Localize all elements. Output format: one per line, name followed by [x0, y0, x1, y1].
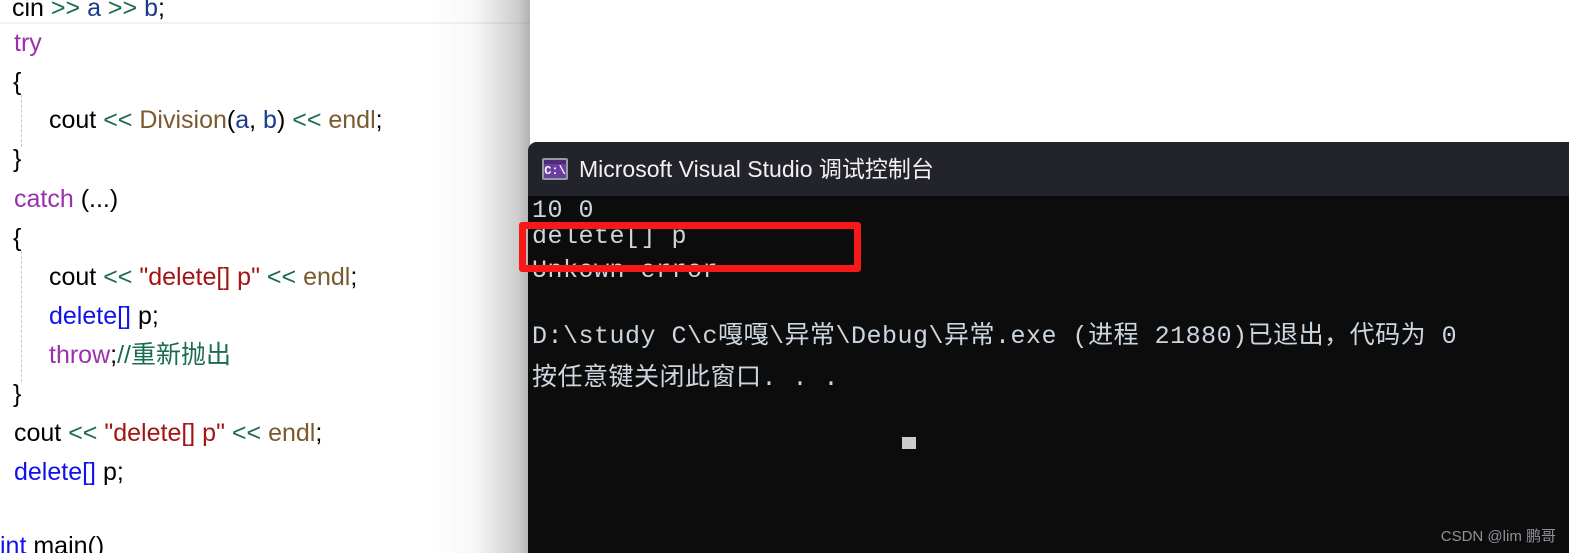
code-token: <<	[103, 263, 140, 291]
command-prompt-icon: C:\	[542, 158, 568, 180]
code-token: ;	[350, 263, 358, 291]
code-line[interactable]: delete[] p;	[49, 304, 159, 329]
code-token: "delete[] p"	[104, 419, 232, 447]
console-output-line: 按任意键关闭此窗口. . .	[532, 364, 840, 393]
code-line[interactable]: }	[13, 382, 21, 407]
code-token: ;	[375, 106, 383, 134]
console-text-cursor	[902, 437, 916, 449]
code-token: b	[263, 106, 277, 134]
code-token: cin	[12, 0, 51, 22]
csdn-watermark: CSDN @lim 鹏哥	[1440, 528, 1556, 545]
code-token: endl	[303, 263, 351, 291]
code-line[interactable]: {	[13, 70, 21, 95]
console-title-bar[interactable]: C:\ Microsoft Visual Studio 调试控制台	[528, 142, 1569, 196]
code-line[interactable]: cout << "delete[] p" << endl;	[14, 421, 322, 446]
code-token: catch	[14, 185, 81, 213]
code-line[interactable]: int main()	[0, 534, 104, 553]
code-token: main()	[33, 532, 105, 553]
code-line[interactable]: cin >> a >> b;	[12, 0, 165, 21]
code-line[interactable]: cout << Division(a, b) << endl;	[49, 108, 383, 133]
code-line[interactable]: }	[13, 147, 21, 172]
code-token: }	[13, 380, 22, 408]
code-token: delete[]	[14, 458, 97, 486]
screenshot-root: cin >> a >> b; try{cout << Division(a, b)…	[0, 0, 1569, 553]
code-token: ;	[157, 0, 165, 22]
code-token: cout	[49, 106, 104, 134]
console-output-area[interactable]: 10 0 delete[] p Unkown error D:\study C\c嘎嘎…	[528, 196, 1569, 553]
code-token: >>	[50, 0, 88, 22]
code-token: int	[0, 532, 34, 553]
code-token: cout	[14, 419, 69, 447]
code-token: <<	[292, 106, 329, 134]
console-output-line: delete[] p	[532, 222, 688, 251]
console-window-title: Microsoft Visual Studio 调试控制台	[579, 156, 934, 182]
code-token: p;	[96, 458, 124, 486]
code-token: //重新抛出	[117, 341, 231, 369]
code-token: delete[]	[49, 302, 132, 330]
code-token: ,	[249, 106, 264, 134]
code-token: cout	[49, 263, 104, 291]
code-token: "delete[] p"	[139, 263, 267, 291]
code-line[interactable]: cout << "delete[] p" << endl;	[49, 265, 357, 290]
debug-console-window[interactable]: C:\ Microsoft Visual Studio 调试控制台 10 0 de…	[528, 142, 1569, 553]
code-line[interactable]: {	[13, 226, 21, 251]
code-token: <<	[103, 106, 140, 134]
code-token: endl	[268, 419, 316, 447]
code-editor-pane[interactable]: cin >> a >> b; try{cout << Division(a, b)…	[0, 0, 530, 553]
code-token: <<	[68, 419, 105, 447]
code-line[interactable]: delete[] p;	[14, 460, 124, 485]
code-token: }	[13, 145, 22, 173]
code-token: b	[144, 0, 158, 22]
console-output-line: D:\study C\c嘎嘎\异常\Debug\异常.exe (进程 21880…	[532, 322, 1458, 351]
editor-line-separator	[0, 22, 530, 24]
command-prompt-icon-label: C:\	[544, 164, 566, 178]
code-token: ;	[315, 419, 323, 447]
console-output-line: Unkown error	[532, 256, 719, 285]
code-token: Division	[139, 106, 227, 134]
code-token: a	[87, 0, 108, 22]
code-token: try	[14, 29, 42, 57]
code-token: {	[13, 68, 22, 96]
code-line[interactable]: throw;//重新抛出	[49, 343, 231, 368]
code-token: a	[235, 106, 250, 134]
code-token: {	[13, 224, 22, 252]
indent-guide	[21, 251, 22, 382]
code-line[interactable]: try	[14, 31, 42, 56]
code-token: )	[276, 106, 293, 134]
code-token: <<	[231, 419, 269, 447]
code-token: (...)	[80, 185, 119, 213]
code-line[interactable]: catch (...)	[14, 187, 118, 212]
code-token: <<	[266, 263, 304, 291]
code-token: (	[226, 106, 236, 134]
console-output-line: 10 0	[532, 196, 595, 225]
code-token: >>	[107, 0, 145, 22]
indent-guide	[21, 95, 22, 147]
code-token: p;	[131, 302, 159, 330]
code-token: throw	[49, 341, 111, 369]
code-token: endl	[328, 106, 376, 134]
